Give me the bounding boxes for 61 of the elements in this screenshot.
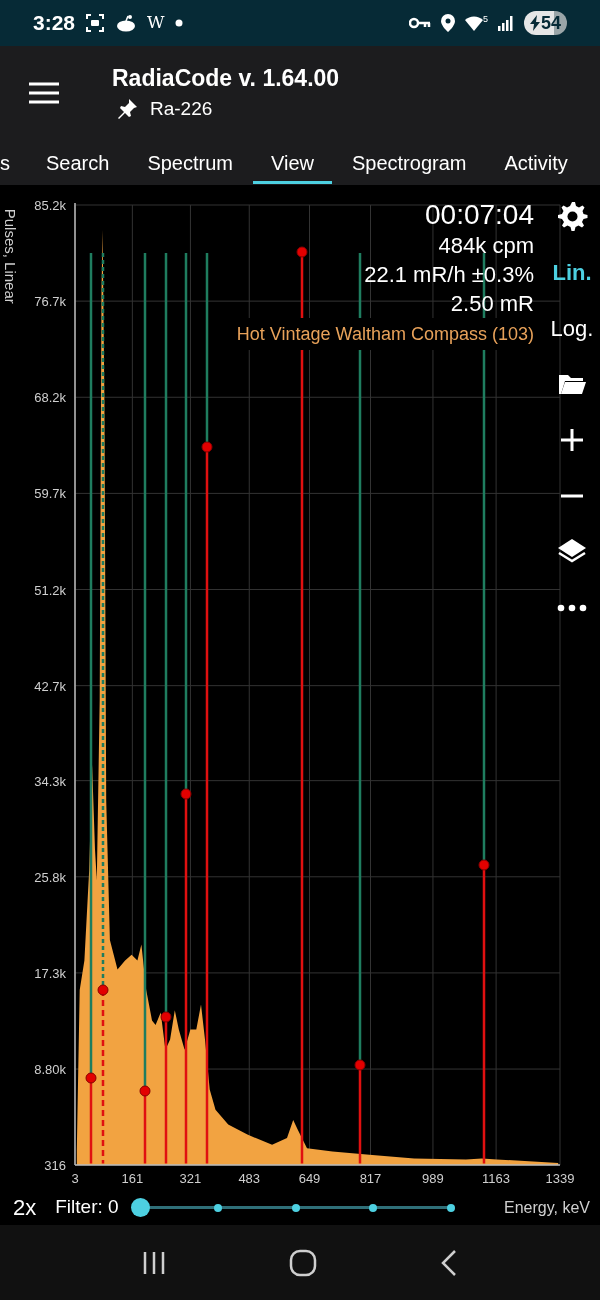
key-icon — [408, 17, 431, 29]
y-tick-label: 42.7k — [34, 678, 66, 694]
app-title: RadiaCode v. 1.64.00 — [112, 63, 340, 93]
y-tick-label: 25.8k — [34, 869, 66, 885]
subtitle: Ra-226 — [150, 96, 213, 121]
y-tick-label: 316 — [44, 1158, 66, 1173]
tab[interactable]: Spectrum — [129, 140, 251, 185]
tab[interactable]: s — [0, 140, 26, 185]
wifi-generation-label: 5 — [482, 15, 488, 24]
scale-toggle[interactable]: Lin. — [548, 244, 596, 300]
signal-icon — [497, 15, 514, 31]
x-tick-label: 3 — [71, 1171, 79, 1186]
source-name: Hot Vintage Waltham Compass (103) — [236, 318, 534, 350]
back-icon[interactable] — [439, 1248, 459, 1277]
slider-thumb[interactable] — [131, 1198, 151, 1217]
y-tick-label: 8.80k — [34, 1062, 66, 1078]
stat-reading: 00:07:04 — [425, 199, 534, 231]
dot-icon — [174, 19, 183, 27]
tab[interactable]: Spectrogram — [333, 140, 485, 185]
x-tick-label: 1163 — [482, 1171, 511, 1186]
pin-icon — [116, 98, 138, 120]
x-tick-label: 989 — [422, 1171, 444, 1186]
tab[interactable]: Activity — [486, 140, 586, 185]
tick-mark — [291, 1203, 300, 1212]
y-tick-label: 17.3k — [34, 965, 66, 981]
screenshot-icon — [85, 13, 106, 33]
tab[interactable]: View — [252, 140, 332, 185]
tick-mark — [369, 1203, 378, 1212]
y-tick-label: 76.7k — [34, 294, 66, 310]
alien-icon — [115, 14, 138, 32]
stat-reading: 484k cpm — [438, 232, 534, 260]
location-icon — [440, 14, 455, 32]
zoom-factor-button[interactable]: 2x — [13, 1191, 37, 1224]
y-tick-label: 68.2k — [34, 390, 66, 406]
home-icon[interactable] — [289, 1248, 317, 1277]
axis-label: Pulses, Linear — [0, 208, 20, 304]
settings-icon[interactable] — [556, 200, 588, 232]
axis-label: Energy, keV — [504, 1197, 590, 1218]
battery-indicator: 54 — [523, 11, 567, 35]
menu-icon — [29, 82, 59, 104]
scale-toggle[interactable]: Log. — [548, 300, 596, 356]
wifi-icon — [464, 15, 483, 31]
clock-time: 3:28 — [33, 10, 76, 37]
x-tick-label: 817 — [359, 1171, 382, 1186]
filter-label: Filter: 0 — [55, 1195, 119, 1220]
stat-reading: 22.1 mR/h ±0.3% — [364, 261, 534, 289]
y-tick-label: 34.3k — [34, 773, 66, 789]
tab[interactable]: Search — [28, 140, 128, 185]
y-tick-label: 59.7k — [34, 486, 66, 502]
y-tick-label: 85.2k — [34, 198, 66, 213]
x-tick-label: 1339 — [545, 1171, 575, 1186]
notification-letter: W — [147, 11, 165, 35]
x-tick-label: 321 — [179, 1171, 202, 1186]
x-tick-label: 483 — [238, 1171, 261, 1186]
x-tick-label: 161 — [121, 1171, 144, 1186]
x-tick-label: 649 — [298, 1171, 321, 1186]
tick-mark — [446, 1203, 455, 1212]
stat-reading: 2.50 mR — [450, 290, 534, 318]
y-tick-label: 51.2k — [34, 582, 66, 598]
tick-mark — [214, 1203, 223, 1212]
recent-apps-icon[interactable] — [141, 1249, 167, 1276]
